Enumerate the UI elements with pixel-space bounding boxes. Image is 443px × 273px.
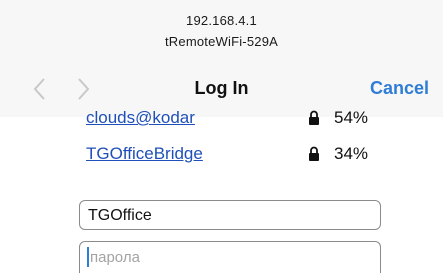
- network-name-link[interactable]: TGOfficeBridge: [86, 144, 203, 164]
- signal-strength: 34%: [334, 144, 369, 163]
- signal-strength: 54%: [334, 108, 369, 127]
- ssid-field[interactable]: TGOffice: [79, 200, 381, 230]
- lock-icon: [309, 146, 319, 161]
- lock-icon: [309, 110, 319, 125]
- network-list-item[interactable]: TGOfficeBridge 34%: [0, 140, 443, 168]
- network-list-item[interactable]: clouds@kodar 54%: [0, 104, 443, 132]
- page-title: tRemoteWiFi-529A: [164, 34, 278, 49]
- password-field[interactable]: парола: [79, 241, 381, 273]
- browser-top-bar: 192.168.4.1 tRemoteWiFi-529A Log In Canc…: [0, 0, 443, 117]
- captive-portal-screen: 192.168.4.1 tRemoteWiFi-529A Log In Canc…: [0, 0, 443, 273]
- network-name-link[interactable]: clouds@kodar: [86, 108, 195, 128]
- text-cursor: [87, 247, 89, 267]
- url-host: 192.168.4.1: [186, 13, 257, 28]
- cancel-button[interactable]: Cancel: [370, 78, 429, 99]
- password-placeholder: парола: [90, 249, 140, 266]
- ssid-value: TGOffice: [88, 207, 152, 224]
